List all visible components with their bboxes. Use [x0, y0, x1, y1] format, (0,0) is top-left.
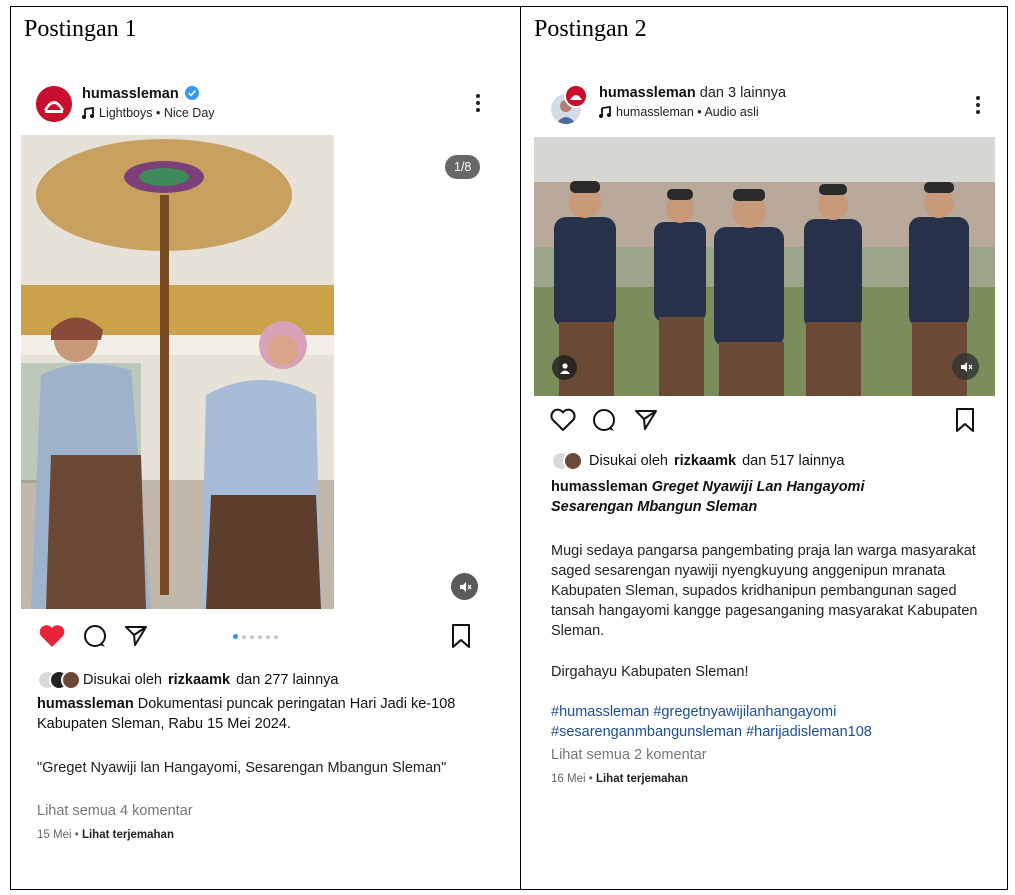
likes-prefix: Disukai oleh — [83, 672, 162, 688]
view-comments-link[interactable]: Lihat semua 2 komentar — [551, 747, 707, 763]
audio-label: humassleman • Audio asli — [616, 105, 759, 119]
post-date-line: 16 Mei • Lihat terjemahan — [551, 773, 688, 785]
likes-prefix: Disukai oleh — [589, 453, 668, 469]
caption-username[interactable]: humassleman — [37, 696, 134, 712]
bookmark-icon[interactable] — [950, 405, 980, 435]
carousel-dots — [233, 634, 278, 639]
comparison-table: Postingan 1 humassleman Lightboys • Nice… — [10, 6, 1008, 890]
collab-avatar[interactable] — [564, 84, 588, 108]
caption: humassleman Greget Nyawiji Lan Hangayomi… — [551, 477, 911, 517]
caption-closing: Dirgahayu Kabupaten Sleman! — [551, 664, 749, 680]
view-comments-link[interactable]: Lihat semua 4 komentar — [37, 803, 193, 819]
post-date-line: 15 Mei • Lihat terjemahan — [37, 829, 174, 841]
bookmark-icon[interactable] — [446, 621, 476, 651]
sound-icon[interactable] — [451, 573, 478, 600]
verified-icon — [184, 86, 199, 100]
share-icon[interactable] — [631, 405, 661, 435]
heart-icon[interactable] — [548, 405, 578, 435]
heart-icon[interactable] — [37, 621, 67, 651]
liker-avatars — [37, 670, 81, 690]
kebab-icon[interactable] — [470, 91, 486, 115]
post-image[interactable] — [534, 137, 995, 396]
image-counter: 1/8 — [445, 155, 481, 179]
post-header: humassleman Lightboys • Nice Day — [21, 81, 491, 129]
avatar[interactable] — [36, 86, 72, 122]
post-date: 16 Mei — [551, 773, 586, 785]
caption-quote: "Greget Nyawiji lan Hangayomi, Sesarenga… — [37, 760, 447, 776]
comment-icon[interactable] — [589, 405, 619, 435]
post-image[interactable] — [21, 135, 334, 609]
kebab-icon[interactable] — [970, 93, 986, 117]
share-icon[interactable] — [121, 621, 151, 651]
cell-title-1: Postingan 1 — [24, 16, 137, 42]
caption-body: Mugi sedaya pangarsa pangembating praja … — [551, 543, 978, 639]
caption-username[interactable]: humassleman — [551, 479, 648, 495]
audio-label: Lightboys • Nice Day — [99, 106, 215, 120]
translate-link[interactable]: Lihat terjemahan — [596, 773, 688, 785]
likes-user[interactable]: rizkaamk — [674, 453, 736, 469]
cell-title-2: Postingan 2 — [534, 16, 647, 42]
liker-avatars — [551, 451, 583, 471]
post-date: 15 Mei — [37, 829, 72, 841]
username[interactable]: humassleman dan 3 lainnya — [599, 85, 786, 101]
music-icon — [82, 107, 94, 119]
table-divider — [520, 7, 521, 889]
username[interactable]: humassleman — [82, 86, 199, 102]
likes-count[interactable]: dan 277 lainnya — [236, 672, 338, 688]
likes-count[interactable]: dan 517 lainnya — [742, 453, 844, 469]
music-icon — [599, 106, 611, 118]
sound-icon[interactable] — [952, 353, 979, 380]
post-header: humassleman dan 3 lainnya humassleman • … — [534, 81, 994, 129]
audio-line[interactable]: humassleman • Audio asli — [599, 105, 759, 119]
action-bar — [534, 405, 994, 437]
caption: humassleman Dokumentasi puncak peringata… — [37, 694, 487, 734]
hashtags[interactable]: #humassleman #gregetnyawijilanhangayomi … — [551, 702, 931, 742]
likes-user[interactable]: rizkaamk — [168, 672, 230, 688]
person-tag-icon[interactable] — [552, 355, 577, 380]
audio-line[interactable]: Lightboys • Nice Day — [82, 106, 215, 120]
action-bar — [21, 621, 491, 653]
likes-line[interactable]: Disukai oleh rizkaamk dan 517 lainnya — [551, 451, 844, 471]
comment-icon[interactable] — [80, 621, 110, 651]
translate-link[interactable]: Lihat terjemahan — [82, 829, 174, 841]
collaborators[interactable]: dan 3 lainnya — [700, 85, 786, 101]
likes-line[interactable]: Disukai oleh rizkaamk dan 277 lainnya — [37, 670, 338, 690]
